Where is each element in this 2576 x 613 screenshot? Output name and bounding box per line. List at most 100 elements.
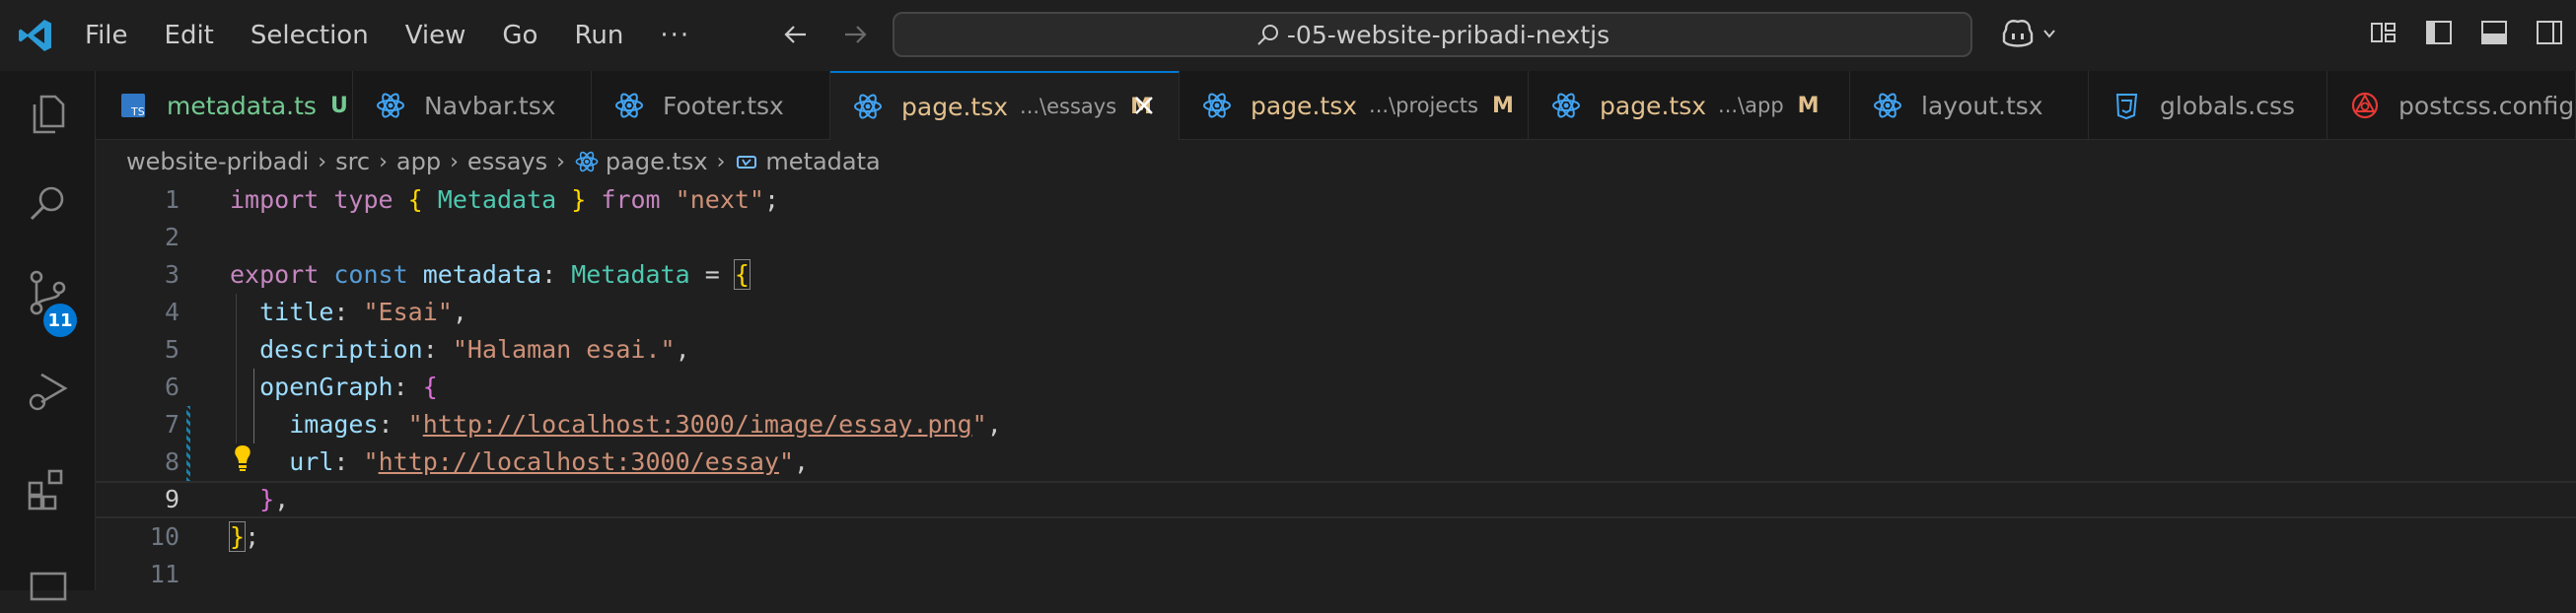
line-number: 10 (149, 522, 179, 551)
code-line: 4 title: "Esai", (96, 294, 2576, 331)
title-bar: File Edit Selection View Go Run ··· -05-… (0, 0, 2576, 71)
code-line: 2 (96, 219, 2576, 256)
line-number: 3 (164, 260, 179, 289)
tab-label: globals.css (2160, 91, 2296, 120)
react-icon (1552, 93, 1580, 118)
react-icon (615, 93, 643, 118)
tab-label: Navbar.tsx (424, 91, 556, 120)
back-arrow-icon[interactable] (779, 18, 813, 51)
breadcrumb-item[interactable]: app (396, 148, 441, 175)
forward-arrow-icon[interactable] (838, 18, 872, 51)
menu-selection[interactable]: Selection (250, 21, 369, 50)
tab-description: ...\app (1718, 94, 1784, 117)
copilot-button[interactable] (1998, 16, 2057, 51)
code-editor[interactable]: 1 import type { Metadata } from "next"; … (96, 181, 2576, 590)
tab-page-tsx-app[interactable]: page.tsx ...\app M (1529, 71, 1850, 140)
tab-label: page.tsx (1600, 91, 1707, 120)
tab-metadata-ts[interactable]: TS metadata.ts U (96, 71, 353, 140)
code-link[interactable]: http://localhost:3000/image/essay.png (423, 410, 972, 439)
code-line-current: 9 }, (96, 481, 2576, 518)
tab-label: page.tsx (1251, 91, 1358, 120)
tab-label: postcss.config.m (2398, 91, 2576, 120)
toggle-primary-sidebar-icon[interactable] (2422, 16, 2456, 49)
extensions-icon[interactable] (24, 463, 73, 512)
tab-git-status: U (329, 93, 348, 118)
run-debug-icon[interactable] (24, 367, 73, 416)
search-icon[interactable] (24, 179, 73, 229)
code-line: 6 openGraph: { (96, 369, 2576, 406)
tab-postcss-config[interactable]: postcss.config.m (2327, 71, 2576, 140)
menu-go[interactable]: Go (502, 21, 537, 50)
tab-page-tsx-essays[interactable]: page.tsx ...\essays M (830, 71, 1180, 140)
line-number: 7 (164, 410, 179, 439)
menu-bar: File Edit Selection View Go Run ··· (85, 0, 727, 71)
copilot-icon (2002, 20, 2034, 47)
chevron-right-icon: › (556, 149, 565, 174)
customize-layout-icon[interactable] (2367, 16, 2400, 49)
breadcrumb-item[interactable]: website-pribadi (126, 148, 309, 175)
chevron-right-icon: › (716, 149, 726, 174)
vscode-logo-icon (19, 20, 51, 51)
chevron-right-icon: › (450, 149, 459, 174)
toggle-secondary-sidebar-icon[interactable] (2533, 16, 2566, 49)
symbol-variable-icon (737, 156, 757, 169)
line-number: 1 (164, 185, 179, 214)
svg-text:TS: TS (130, 105, 145, 118)
code-link[interactable]: http://localhost:3000/essay (379, 447, 779, 476)
line-number: 8 (164, 447, 179, 476)
line-number: 2 (164, 223, 179, 251)
tab-layout-tsx[interactable]: layout.tsx (1850, 71, 2089, 140)
tab-globals-css[interactable]: globals.css (2089, 71, 2327, 140)
search-icon (1257, 25, 1278, 45)
tab-navbar-tsx[interactable]: Navbar.tsx (353, 71, 592, 140)
code-line: 1 import type { Metadata } from "next"; (96, 181, 2576, 219)
breadcrumb-item[interactable]: page.tsx (606, 148, 708, 175)
code-line: 5 description: "Halaman esai.", (96, 331, 2576, 369)
code-line: 8 url: "http://localhost:3000/essay", (96, 443, 2576, 481)
react-icon (854, 94, 882, 119)
breadcrumb: website-pribadi › src › app › essays › p… (126, 142, 881, 181)
line-number: 9 (164, 485, 179, 513)
chevron-right-icon: › (318, 149, 327, 174)
command-center-text: -05-website-pribadi-nextjs (1286, 20, 1610, 49)
menu-view[interactable]: View (405, 21, 466, 50)
editor-tabs: TS metadata.ts U Navbar.tsx Footer.tsx p… (96, 71, 2576, 140)
breadcrumb-item[interactable]: metadata (765, 148, 880, 175)
tab-description: ...\projects (1369, 94, 1478, 117)
command-center-search[interactable]: -05-website-pribadi-nextjs (893, 12, 1972, 57)
code-line: 7 images: "http://localhost:3000/image/e… (96, 406, 2576, 443)
chevron-right-icon: › (379, 149, 388, 174)
line-number: 6 (164, 373, 179, 401)
tab-git-status: M (1797, 93, 1820, 118)
menu-file[interactable]: File (85, 21, 128, 50)
tab-page-tsx-projects[interactable]: page.tsx ...\projects M (1180, 71, 1529, 140)
code-line: 11 (96, 556, 2576, 593)
tab-git-status: M (1491, 93, 1514, 118)
tab-label: Footer.tsx (663, 91, 784, 120)
react-icon (377, 93, 404, 118)
css-icon (2115, 94, 2138, 120)
line-number: 5 (164, 335, 179, 364)
remote-explorer-icon[interactable] (24, 564, 73, 613)
code-line: 10 }; (96, 518, 2576, 556)
explorer-icon[interactable] (24, 89, 73, 138)
menu-run[interactable]: Run (574, 21, 623, 50)
breadcrumb-item[interactable]: essays (467, 148, 547, 175)
breadcrumb-item[interactable]: src (335, 148, 370, 175)
typescript-icon: TS (121, 94, 145, 118)
toggle-panel-icon[interactable] (2477, 16, 2511, 49)
code-line: 3 export const metadata: Metadata = { (96, 256, 2576, 294)
tab-label: page.tsx (901, 92, 1009, 121)
postcss-icon (2351, 92, 2379, 119)
menu-more[interactable]: ··· (660, 21, 690, 50)
tab-label: layout.tsx (1921, 91, 2043, 120)
tab-label: metadata.ts (167, 91, 317, 120)
line-number: 11 (149, 560, 179, 588)
chevron-down-icon (2043, 30, 2055, 38)
menu-edit[interactable]: Edit (165, 21, 214, 50)
close-icon[interactable] (1129, 91, 1159, 120)
react-icon (1203, 93, 1231, 118)
tab-footer-tsx[interactable]: Footer.tsx (592, 71, 830, 140)
react-icon (575, 151, 599, 172)
source-control-badge: 11 (43, 304, 77, 337)
